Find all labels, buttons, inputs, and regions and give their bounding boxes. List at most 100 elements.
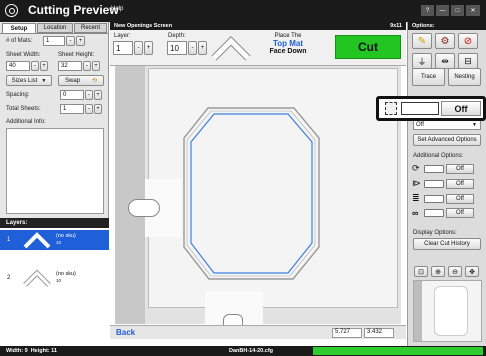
- no-entry-icon[interactable]: ⊘: [458, 33, 478, 49]
- help-menu[interactable]: Help: [111, 6, 123, 12]
- zoom-out-icon[interactable]: ⊖: [448, 266, 462, 277]
- rotate-icon: ⟳: [412, 163, 420, 173]
- layers-header: Layers:: [0, 218, 109, 228]
- swap-icon: ⟲: [92, 78, 98, 84]
- layers-label: Layers:: [6, 220, 28, 226]
- spacing-increment-button[interactable]: +: [94, 90, 102, 100]
- spacing-input[interactable]: 0: [60, 90, 84, 100]
- minimize-button[interactable]: —: [436, 5, 449, 16]
- nesting-button[interactable]: Nesting: [448, 68, 481, 86]
- sheet-height-label: Sheet Height:: [58, 52, 95, 58]
- sheet-height-decrement-button[interactable]: -: [83, 61, 91, 71]
- close-button[interactable]: ✕: [466, 5, 480, 16]
- layer-increment-button[interactable]: +: [144, 41, 153, 55]
- chevron-down-icon: ▼: [472, 122, 477, 128]
- coord-x: 5.727: [332, 328, 362, 338]
- depth-input[interactable]: 10: [167, 41, 187, 55]
- center-controls: Layer: 1 - + Depth: 10 - + Place The Top…: [110, 30, 406, 65]
- cutting-canvas[interactable]: [110, 65, 406, 325]
- cut-button[interactable]: Cut: [335, 35, 401, 59]
- additional-info-textarea[interactable]: [6, 128, 104, 214]
- set-advanced-options-button[interactable]: Set Advanced Options: [413, 134, 481, 146]
- pan-icon[interactable]: ✥: [465, 266, 479, 277]
- toggle-track: [424, 179, 444, 188]
- help-window-button[interactable]: ?: [421, 5, 434, 16]
- total-sheets-label: Total Sheets:: [6, 106, 41, 112]
- total-sheets-input[interactable]: 1: [60, 104, 84, 114]
- tab-recent[interactable]: Recent: [74, 23, 107, 33]
- clear-cut-history-button[interactable]: Clear Cut History: [413, 238, 481, 250]
- left-panel: Setup Location Recent # of Mats: 1 - + S…: [0, 22, 109, 346]
- place-line-3: Face Down: [269, 48, 307, 55]
- sheet-width-input[interactable]: 40: [6, 61, 30, 71]
- infinity-toggle[interactable]: ∞ Off: [412, 208, 474, 218]
- sizes-list-dropdown[interactable]: Sizes List ▼: [6, 75, 52, 86]
- display-options-label: Display Options:: [413, 230, 457, 236]
- layer-number: 2: [7, 275, 11, 281]
- layer-input[interactable]: 1: [113, 41, 133, 55]
- rotate-toggle[interactable]: ⟳ Off: [412, 163, 474, 174]
- edit-icon[interactable]: ✎: [412, 33, 432, 49]
- layers-list: 1 (no sku) 10 2 (no sku) 10: [0, 228, 109, 346]
- layer-row[interactable]: 1 (no sku) 10: [0, 230, 109, 250]
- screen-size: 9x11: [390, 23, 402, 29]
- zoom-fit-icon[interactable]: ⊡: [414, 266, 428, 277]
- layer-qty: 10: [56, 278, 62, 283]
- sheet-width-increment-button[interactable]: +: [40, 61, 48, 71]
- screen-header: New Openings Screen 9x11: [110, 22, 406, 30]
- total-sheets-decrement-button[interactable]: -: [85, 104, 93, 114]
- chevron-down-icon: ▼: [41, 77, 47, 84]
- maximize-button[interactable]: □: [451, 5, 464, 16]
- tab-setup[interactable]: Setup: [2, 23, 36, 33]
- depth-label: Depth:: [168, 33, 186, 39]
- coord-y: 3.432: [364, 328, 394, 338]
- back-button[interactable]: Back: [116, 328, 135, 337]
- toggle-state: Off: [446, 163, 474, 174]
- sheet-height-increment-button[interactable]: +: [92, 61, 100, 71]
- mini-preview[interactable]: [413, 280, 482, 342]
- mats-increment-button[interactable]: +: [76, 36, 85, 46]
- pin-icon[interactable]: ⏚: [412, 53, 432, 69]
- additional-info-label: Additional Info:: [6, 119, 46, 125]
- zoom-in-icon[interactable]: ⊕: [431, 266, 445, 277]
- settings-icon[interactable]: ⚙: [435, 33, 455, 49]
- layer-row[interactable]: 2 (no sku) 10: [0, 268, 109, 288]
- depth-decrement-button[interactable]: -: [188, 41, 197, 55]
- option-dropdown[interactable]: Off ▼: [413, 120, 481, 130]
- status-progress-bar: [313, 347, 483, 355]
- additional-options-label: Additional Options:: [413, 153, 464, 159]
- move-icon[interactable]: ⇹: [435, 53, 455, 69]
- tab-location[interactable]: Location: [37, 23, 73, 33]
- status-dimensions: Width: 9 Height: 11: [6, 348, 57, 354]
- mats-decrement-button[interactable]: -: [66, 36, 75, 46]
- lines-toggle[interactable]: ≣ Off: [412, 193, 474, 204]
- mats-label: # of Mats:: [6, 38, 33, 44]
- total-sheets-increment-button[interactable]: +: [94, 104, 102, 114]
- swap-button[interactable]: Swap ⟲: [58, 75, 104, 86]
- layout-icon[interactable]: ⊟: [458, 53, 478, 69]
- status-filename: DanBH-14-20.cfg: [229, 348, 274, 354]
- sheet-height-input[interactable]: 32: [58, 61, 82, 71]
- toggle-track: [424, 164, 444, 173]
- trace-button[interactable]: Trace: [412, 68, 445, 86]
- mat-bevel-icon: [211, 36, 251, 61]
- sizes-list-label: Sizes List: [11, 77, 38, 84]
- highlighted-toggle-callout[interactable]: Off: [376, 96, 486, 121]
- app-logo-icon: [5, 4, 18, 17]
- mirror-toggle[interactable]: ⧐ Off: [412, 178, 474, 189]
- place-line-2: Top Mat: [272, 39, 304, 48]
- mini-preview-strip: [414, 281, 422, 341]
- status-bar: Width: 9 Height: 11 DanBH-14-20.cfg: [0, 346, 486, 356]
- layer-sku: (no sku): [56, 271, 76, 277]
- spacing-decrement-button[interactable]: -: [85, 90, 93, 100]
- title-bar: Cutting Preview Help ? — □ ✕: [0, 0, 486, 22]
- layer-decrement-button[interactable]: -: [134, 41, 143, 55]
- mat-chevron-icon: [23, 269, 51, 287]
- right-panel: Options: ✎ ⚙ ⊘ ⏚ ⇹ ⊟ Trace Nesting Off ▼…: [407, 22, 486, 346]
- options-header: Options:: [408, 22, 486, 30]
- spacing-label: Spacing:: [6, 92, 30, 98]
- toggle-state: Off: [446, 193, 474, 204]
- mats-input[interactable]: 1: [43, 36, 65, 46]
- sheet-width-decrement-button[interactable]: -: [31, 61, 39, 71]
- depth-increment-button[interactable]: +: [198, 41, 207, 55]
